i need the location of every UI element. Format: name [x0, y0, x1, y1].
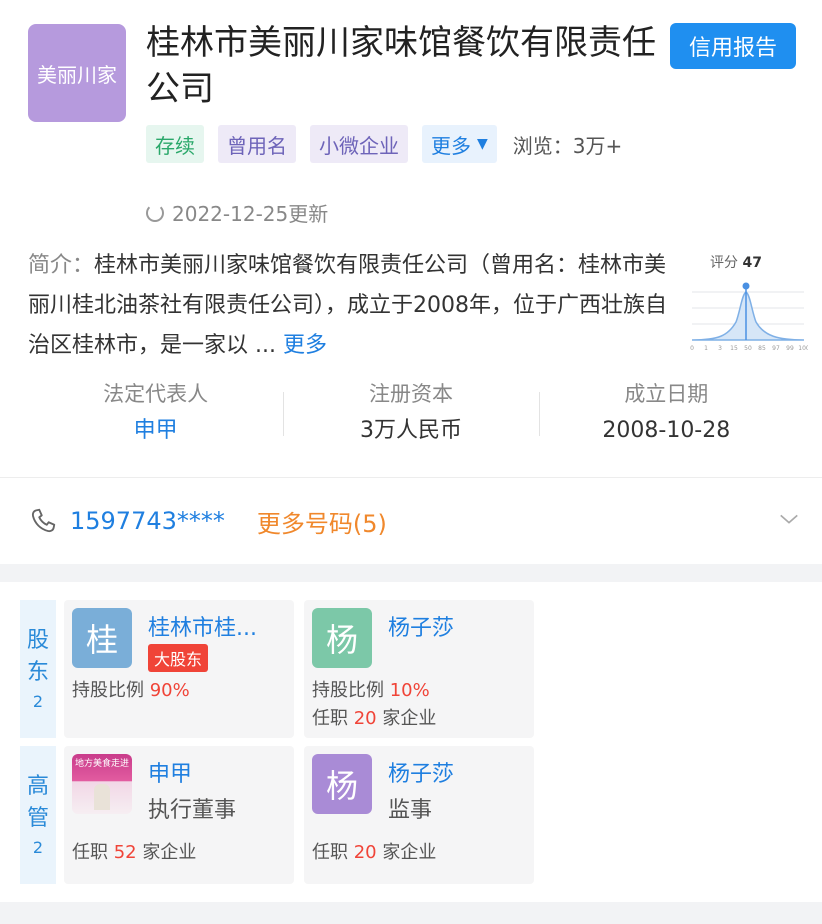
- more-phones-link[interactable]: 更多号码(5): [257, 504, 387, 539]
- executive-name[interactable]: 申甲: [148, 756, 192, 788]
- executive-name[interactable]: 杨子莎: [388, 756, 454, 788]
- executive-role: 执行董事: [148, 798, 237, 823]
- avatar: 杨: [312, 608, 372, 668]
- stat-label: 法定代表人: [103, 382, 209, 406]
- company-name: 桂林市美丽川家味馆餐饮有限责任公司: [146, 23, 656, 109]
- section-separator: [0, 564, 822, 582]
- share-ratio: 持股比例 10%: [312, 680, 430, 701]
- phone-number[interactable]: 1597743****: [70, 507, 225, 535]
- update-date: 2022-12-25更新: [172, 202, 329, 226]
- refresh-icon: [146, 203, 164, 222]
- score-tick-label: 99: [786, 345, 794, 352]
- job-count: 任职 20 家企业: [312, 842, 437, 863]
- phone-icon: [31, 508, 56, 533]
- more-tags-button[interactable]: 更多 ▼: [422, 125, 497, 163]
- stat-value: 2008-10-28: [602, 418, 731, 443]
- avatar: 杨: [312, 754, 372, 814]
- update-info: 2022-12-25更新: [146, 198, 328, 227]
- score-tick-label: 97: [772, 345, 780, 352]
- shareholders-count: 2: [32, 692, 44, 711]
- stat-founded: 成立日期 2008-10-28: [538, 378, 794, 452]
- shareholders-tab-label: 股东: [26, 628, 49, 685]
- executive-role: 监事: [388, 798, 433, 823]
- company-logo: 美丽川家: [28, 24, 126, 122]
- key-stats: 法定代表人 申甲 注册资本 3万人民币 成立日期 2008-10-28: [28, 378, 794, 452]
- section-separator: [0, 902, 822, 924]
- shareholder-name[interactable]: 杨子莎: [388, 610, 454, 642]
- shareholder-name[interactable]: 桂林市桂...: [148, 610, 257, 642]
- legal-rep-link[interactable]: 申甲: [28, 410, 283, 452]
- phone-row[interactable]: 1597743**** 更多号码(5): [0, 478, 822, 564]
- score-value: 47: [742, 255, 762, 271]
- stat-capital: 注册资本 3万人民币: [283, 378, 538, 452]
- stat-label: 注册资本: [368, 382, 453, 406]
- intro-more-link[interactable]: 更多: [283, 333, 327, 358]
- score-distribution-chart: 0 1 3 15 50 85 97 99 100: [690, 282, 808, 352]
- former-name-tag[interactable]: 曾用名: [218, 125, 296, 163]
- stat-label: 成立日期: [624, 382, 709, 406]
- executive-card[interactable]: 杨 杨子莎 监事 任职 20 家企业: [304, 746, 534, 884]
- stat-legal-rep[interactable]: 法定代表人 申甲: [28, 378, 283, 452]
- logo-text: 美丽川家: [37, 62, 117, 87]
- intro-label: 简介：: [28, 253, 95, 278]
- score-tick-label: 3: [718, 345, 722, 352]
- job-count: 任职 52 家企业: [72, 842, 197, 863]
- score-tick-label: 15: [730, 345, 738, 352]
- executive-card[interactable]: 地方美食走进 申甲 执行董事 任职 52 家企业: [64, 746, 294, 884]
- company-intro[interactable]: 简介：桂林市美丽川家味馆餐饮有限责任公司（曾用名：桂林市美丽川桂北油茶社有限责任…: [28, 246, 668, 366]
- shareholder-card[interactable]: 杨 杨子莎 持股比例 10% 任职 20 家企业: [304, 600, 534, 738]
- score-tick-label: 85: [758, 345, 766, 352]
- major-shareholder-badge: 大股东: [148, 644, 209, 672]
- intro-text: 桂林市美丽川家味馆餐饮有限责任公司（曾用名：桂林市美丽川桂北油茶社有限责任公司）…: [28, 253, 667, 358]
- chevron-down-icon[interactable]: [778, 508, 800, 530]
- stat-value: 3万人民币: [359, 418, 462, 443]
- score-tick-label: 0: [690, 345, 694, 352]
- score-tick-label: 100: [798, 345, 808, 352]
- executives-tab-label: 高管: [26, 774, 49, 831]
- score-label: 评分 47: [710, 255, 762, 271]
- tag-row: 存续 曾用名 小微企业 更多 ▼ 浏览：3万+: [146, 125, 622, 163]
- caret-down-icon: ▼: [477, 136, 488, 152]
- share-ratio: 持股比例 90%: [72, 680, 190, 701]
- person-figure: [94, 784, 110, 810]
- credit-report-button[interactable]: 信用报告: [670, 23, 796, 69]
- status-tag: 存续: [146, 125, 204, 163]
- executives-tab[interactable]: 高管 2: [20, 746, 56, 884]
- shareholders-tab[interactable]: 股东 2: [20, 600, 56, 738]
- score-widget[interactable]: 评分 47 0 1 3 15 50 85 97 99 100: [688, 250, 808, 356]
- job-count: 任职 20 家企业: [312, 708, 437, 729]
- score-tick-label: 50: [744, 345, 752, 352]
- view-count: 浏览：3万+: [512, 133, 623, 158]
- score-tick-label: 1: [704, 345, 708, 352]
- executives-count: 2: [32, 838, 44, 857]
- photo-banner-text: 地方美食走进: [74, 759, 129, 769]
- avatar: 桂: [72, 608, 132, 668]
- more-tags-label: 更多: [431, 133, 471, 158]
- size-tag: 小微企业: [310, 125, 408, 163]
- avatar-photo: 地方美食走进: [72, 754, 132, 814]
- shareholder-card[interactable]: 桂 桂林市桂... 大股东 持股比例 90%: [64, 600, 294, 738]
